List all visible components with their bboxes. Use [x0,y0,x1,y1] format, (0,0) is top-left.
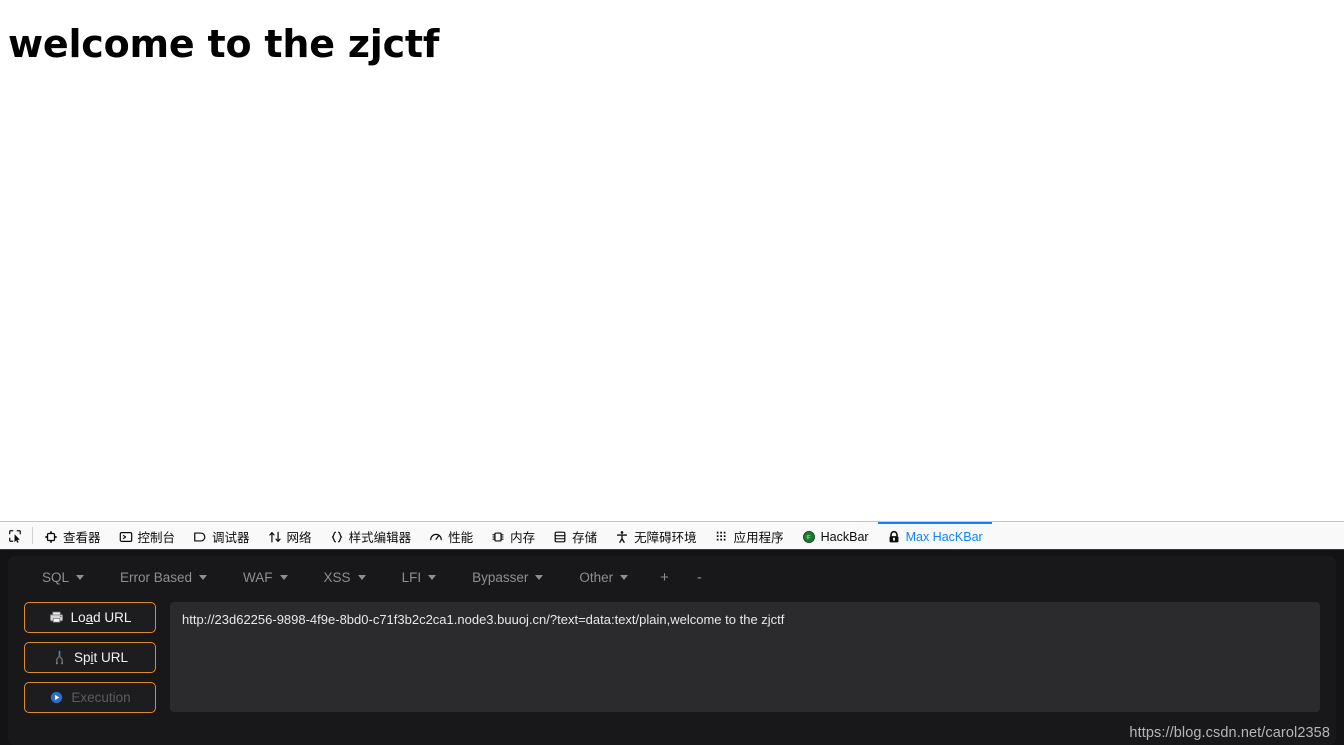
toolbar-divider [32,527,33,544]
storage-icon [553,530,567,544]
network-icon [268,530,282,544]
load-url-button[interactable]: Load URL [24,602,156,633]
lock-icon [887,530,901,544]
tab-label: 内存 [510,531,536,545]
split-url-label: Spit URL [73,650,129,665]
tab-max-hackbar[interactable]: Max HacKBar [877,522,992,549]
inspector-icon [44,530,58,544]
chevron-down-icon [357,574,366,580]
menu-label: WAF [243,569,273,585]
menu-lfi[interactable]: LFI [384,566,455,589]
page-title: welcome to the zjctf [8,22,440,66]
accessibility-icon [615,530,629,544]
tab-storage[interactable]: 存储 [544,522,606,549]
console-icon [119,530,133,544]
hackbar-menu-bar: SQL Error Based WAF XSS LFI Bypasser Oth… [8,556,1336,598]
load-url-icon [49,610,64,625]
tab-label: Max HacKBar [905,529,983,544]
chevron-down-icon [199,574,208,580]
debugger-icon [193,530,207,544]
load-url-label: Load URL [70,610,132,625]
split-url-button[interactable]: Spit URL [24,642,156,673]
menu-label: Bypasser [472,569,529,585]
tab-hackbar[interactable]: HackBar [793,522,878,549]
hackbar-inner: SQL Error Based WAF XSS LFI Bypasser Oth… [8,556,1336,745]
tab-label: 存储 [572,531,598,545]
hackbar-action-buttons: Load URL Spit URL Execution [24,602,156,717]
tab-accessibility[interactable]: 无障碍环境 [606,522,706,549]
tab-label: HackBar [820,529,869,544]
menu-label: Other [579,569,614,585]
tab-network[interactable]: 网络 [259,522,321,549]
tab-memory[interactable]: 内存 [482,522,544,549]
tab-label: 控制台 [137,531,176,545]
element-picker-icon [8,529,22,543]
tab-label: 样式编辑器 [348,531,412,545]
page-content-area: welcome to the zjctf [0,0,1344,521]
menu-label: XSS [323,569,351,585]
execution-label: Execution [71,690,131,705]
add-tab-button[interactable]: + [646,565,683,590]
menu-label: LFI [401,569,422,585]
hackbar-panel: SQL Error Based WAF XSS LFI Bypasser Oth… [0,550,1344,745]
tab-label: 应用程序 [733,531,784,545]
tab-label: 网络 [286,531,312,545]
hackbar-icon [802,530,816,544]
chevron-down-icon [535,574,544,580]
performance-icon [429,530,443,544]
style-editor-icon [330,530,344,544]
tab-debugger[interactable]: 调试器 [184,522,259,549]
tab-application[interactable]: 应用程序 [706,522,793,549]
menu-other[interactable]: Other [561,566,646,589]
watermark-text: https://blog.csdn.net/carol2358 [1129,725,1330,741]
memory-icon [491,530,505,544]
tab-inspector[interactable]: 查看器 [35,522,110,549]
chevron-down-icon [76,574,85,580]
hackbar-body: Load URL Spit URL Execution http://23d62… [8,598,1336,717]
menu-bypasser[interactable]: Bypasser [454,566,561,589]
tab-label: 性能 [448,531,474,545]
tab-label: 调试器 [212,531,250,545]
url-input-wrapper: http://23d62256-9898-4f9e-8bd0-c71f3b2c2… [170,602,1320,717]
application-icon [715,530,729,544]
menu-xss[interactable]: XSS [306,566,384,589]
element-picker-button[interactable] [0,522,30,549]
devtools-toolbar: 查看器 控制台 调试器 网络 样式编辑器 性能 内存 存储 无障碍环境 应用程序… [0,521,1344,550]
tab-label: 无障碍环境 [634,531,697,545]
chevron-down-icon [428,574,437,580]
menu-sql[interactable]: SQL [24,566,102,589]
tab-console[interactable]: 控制台 [110,522,185,549]
menu-waf[interactable]: WAF [225,566,306,589]
menu-label: Error Based [120,569,193,585]
remove-tab-button[interactable]: - [683,565,716,590]
tab-performance[interactable]: 性能 [420,522,482,549]
menu-error-based[interactable]: Error Based [102,566,225,589]
chevron-down-icon [279,574,288,580]
url-input[interactable]: http://23d62256-9898-4f9e-8bd0-c71f3b2c2… [170,602,1320,712]
chevron-down-icon [620,574,629,580]
execution-button[interactable]: Execution [24,682,156,713]
tab-style-editor[interactable]: 样式编辑器 [321,522,421,549]
execute-icon [49,690,64,705]
menu-label: SQL [42,569,70,585]
tab-label: 查看器 [63,531,101,545]
split-url-icon [52,650,67,665]
